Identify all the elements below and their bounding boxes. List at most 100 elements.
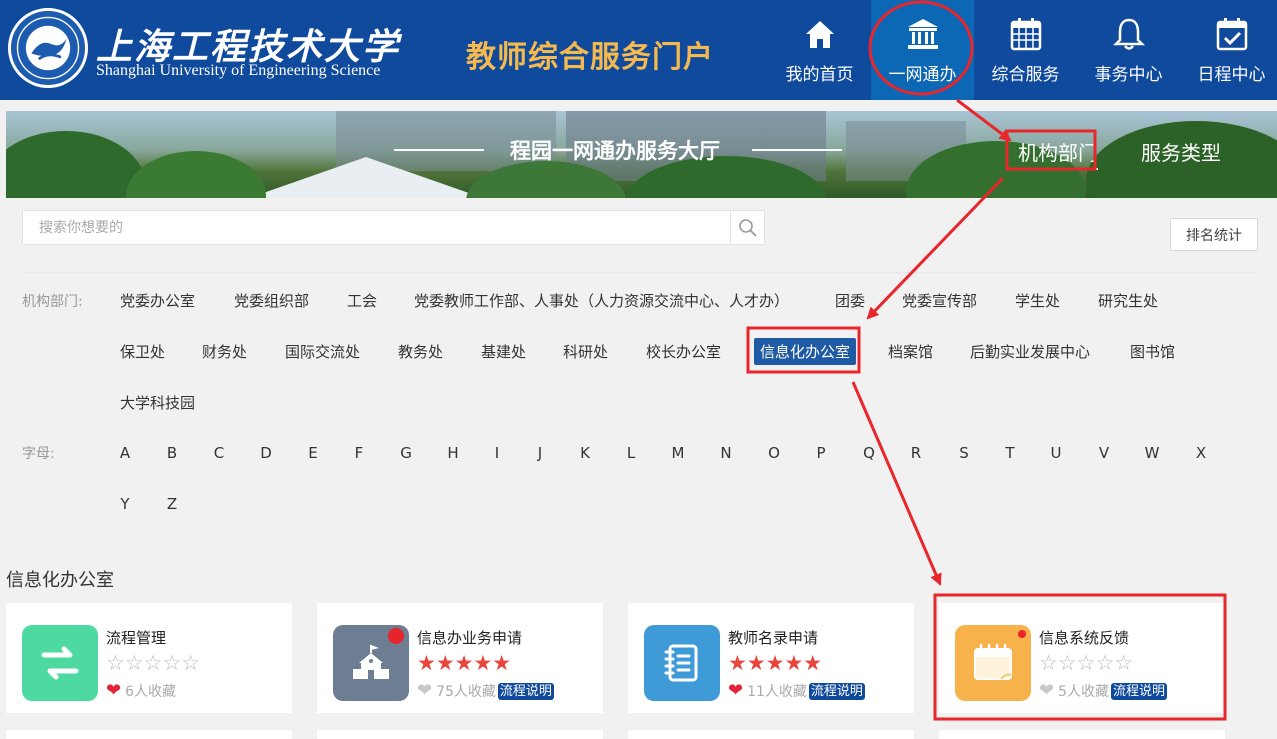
dept-item[interactable]: 教务处 <box>398 341 443 362</box>
heart-icon[interactable]: ❤ <box>728 682 743 700</box>
letter-item[interactable]: E <box>303 444 323 462</box>
service-name: 教师名录申请 <box>728 629 819 647</box>
favorites: ❤ 6人收藏 <box>106 681 176 701</box>
process-guide-link[interactable]: 流程说明 <box>808 682 865 700</box>
search-button[interactable] <box>730 211 764 244</box>
dept-item[interactable]: 工会 <box>347 290 377 311</box>
dept-item[interactable]: 大学科技园 <box>120 392 195 413</box>
service-card[interactable]: 流程管理 ☆☆☆☆☆ ❤ 6人收藏 <box>6 603 292 713</box>
nav-schedule-label: 日程中心 <box>1197 65 1266 85</box>
dept-item[interactable]: 科研处 <box>563 341 608 362</box>
dept-item[interactable]: 国际交流处 <box>285 341 360 362</box>
letter-item[interactable]: X <box>1191 444 1211 462</box>
letter-item[interactable]: G <box>396 444 416 462</box>
dept-item[interactable]: 图书馆 <box>1130 341 1175 362</box>
letter-item[interactable]: K <box>575 444 595 462</box>
rating-stars: ★★★★★ <box>728 651 823 675</box>
dept-item[interactable]: 档案馆 <box>888 341 933 362</box>
letter-item[interactable]: T <box>1000 444 1020 462</box>
nav-home-label: 我的首页 <box>785 65 854 85</box>
rating-stars: ★★★★★ <box>417 651 512 675</box>
dept-item[interactable]: 党委宣传部 <box>902 290 977 311</box>
rating-stars: ☆☆☆☆☆ <box>106 651 201 675</box>
letter-item[interactable]: Y <box>115 495 135 513</box>
letter-item[interactable]: D <box>256 444 276 462</box>
dept-item[interactable]: 基建处 <box>481 341 526 362</box>
home-icon <box>805 21 834 48</box>
letter-item[interactable]: V <box>1094 444 1114 462</box>
nav-schedule[interactable]: 日程中心 <box>1180 0 1277 100</box>
favorites: ❤ 5人收藏 流程说明 <box>1039 681 1168 701</box>
letter-item[interactable]: F <box>349 444 369 462</box>
letter-item[interactable]: J <box>530 444 550 462</box>
letter-item[interactable]: N <box>716 444 736 462</box>
dept-item[interactable]: 研究生处 <box>1098 290 1158 311</box>
letter-item[interactable]: S <box>954 444 974 462</box>
letter-item[interactable]: L <box>621 444 641 462</box>
favorite-count: 5人收藏 <box>1058 684 1110 700</box>
bell-icon <box>1112 18 1145 50</box>
dept-item[interactable]: 学生处 <box>1015 290 1060 311</box>
letter-item[interactable]: M <box>668 444 688 462</box>
grid-calendar-icon <box>1010 18 1041 51</box>
service-card-partial <box>317 730 603 739</box>
letter-item[interactable]: Q <box>859 444 879 462</box>
service-card-partial <box>628 730 914 739</box>
letter-filter-label: 字母: <box>22 446 55 462</box>
dept-item[interactable]: 团委 <box>835 290 865 311</box>
tab-departments[interactable]: 机构部门 <box>1018 137 1098 170</box>
dept-item[interactable]: 保卫处 <box>120 341 165 362</box>
letter-item[interactable]: I <box>487 444 507 462</box>
dept-item[interactable]: 党委组织部 <box>234 290 309 311</box>
dept-item[interactable]: 后勤实业发展中心 <box>970 341 1090 362</box>
letter-item[interactable]: H <box>443 444 463 462</box>
dept-item[interactable]: 财务处 <box>202 341 247 362</box>
dept-item[interactable]: 校长办公室 <box>646 341 721 362</box>
letter-item[interactable]: B <box>162 444 182 462</box>
letter-item[interactable]: P <box>811 444 831 462</box>
logo-english-name: Shanghai University of Engineering Scien… <box>96 62 381 79</box>
heart-icon[interactable]: ❤ <box>1039 682 1054 700</box>
hall-banner: 程园一网通办服务大厅 机构部门 服务类型 <box>6 111 1277 198</box>
letter-item[interactable]: W <box>1142 444 1162 462</box>
letter-item[interactable]: Z <box>162 495 182 513</box>
calendar-check-icon <box>1216 18 1247 51</box>
new-dot-badge <box>388 628 404 644</box>
header: 上海工程技术大学 Shanghai University of Engineer… <box>0 0 1277 100</box>
service-card[interactable]: 教师名录申请 ★★★★★ ❤ 11人收藏 流程说明 <box>628 603 914 713</box>
letter-item[interactable]: U <box>1046 444 1066 462</box>
service-card[interactable]: 信息办业务申请 ★★★★★ ❤ 75人收藏 流程说明 <box>317 603 603 713</box>
favorite-count: 75人收藏 <box>436 684 496 700</box>
letter-item[interactable]: O <box>764 444 784 462</box>
letter-item[interactable]: C <box>209 444 229 462</box>
process-guide-link[interactable]: 流程说明 <box>497 682 554 700</box>
filter-divider <box>22 272 1258 273</box>
nav-affairs[interactable]: 事务中心 <box>1077 0 1180 100</box>
dept-item[interactable]: 党委办公室 <box>120 290 195 311</box>
banner-title: 程园一网通办服务大厅 <box>510 139 720 163</box>
tab-service-types[interactable]: 服务类型 <box>1141 137 1221 166</box>
favorite-count: 11人收藏 <box>747 684 807 700</box>
search-input[interactable] <box>23 211 731 244</box>
search-box <box>22 210 765 245</box>
dept-item-active[interactable]: 信息化办公室 <box>754 338 857 365</box>
dept-item[interactable]: 党委教师工作部、人事处（人力资源交流中心、人才办） <box>414 290 789 311</box>
heart-icon[interactable]: ❤ <box>417 682 432 700</box>
department-filter-label: 机构部门: <box>22 294 83 310</box>
heart-icon[interactable]: ❤ <box>106 682 121 700</box>
main-nav: 我的首页 一网通办 综合服务 事务中心 日程中心 <box>768 0 1277 100</box>
nav-one-stop-label: 一网通办 <box>888 65 957 85</box>
process-guide-link[interactable]: 流程说明 <box>1111 682 1168 700</box>
letter-item[interactable]: A <box>115 444 135 462</box>
nav-affairs-label: 事务中心 <box>1094 65 1163 85</box>
service-card[interactable]: 信息系统反馈 ☆☆☆☆☆ ❤ 5人收藏 流程说明 <box>939 603 1225 713</box>
rank-statistics-button[interactable]: 排名统计 <box>1170 218 1258 251</box>
swap-arrows-icon <box>22 625 98 701</box>
nav-services[interactable]: 综合服务 <box>974 0 1077 100</box>
nav-home[interactable]: 我的首页 <box>768 0 871 100</box>
nav-one-stop[interactable]: 一网通办 <box>871 0 974 100</box>
search-icon <box>738 218 757 237</box>
section-title: 信息化办公室 <box>6 570 114 591</box>
letter-item[interactable]: R <box>906 444 926 462</box>
favorites: ❤ 75人收藏 流程说明 <box>417 681 554 701</box>
